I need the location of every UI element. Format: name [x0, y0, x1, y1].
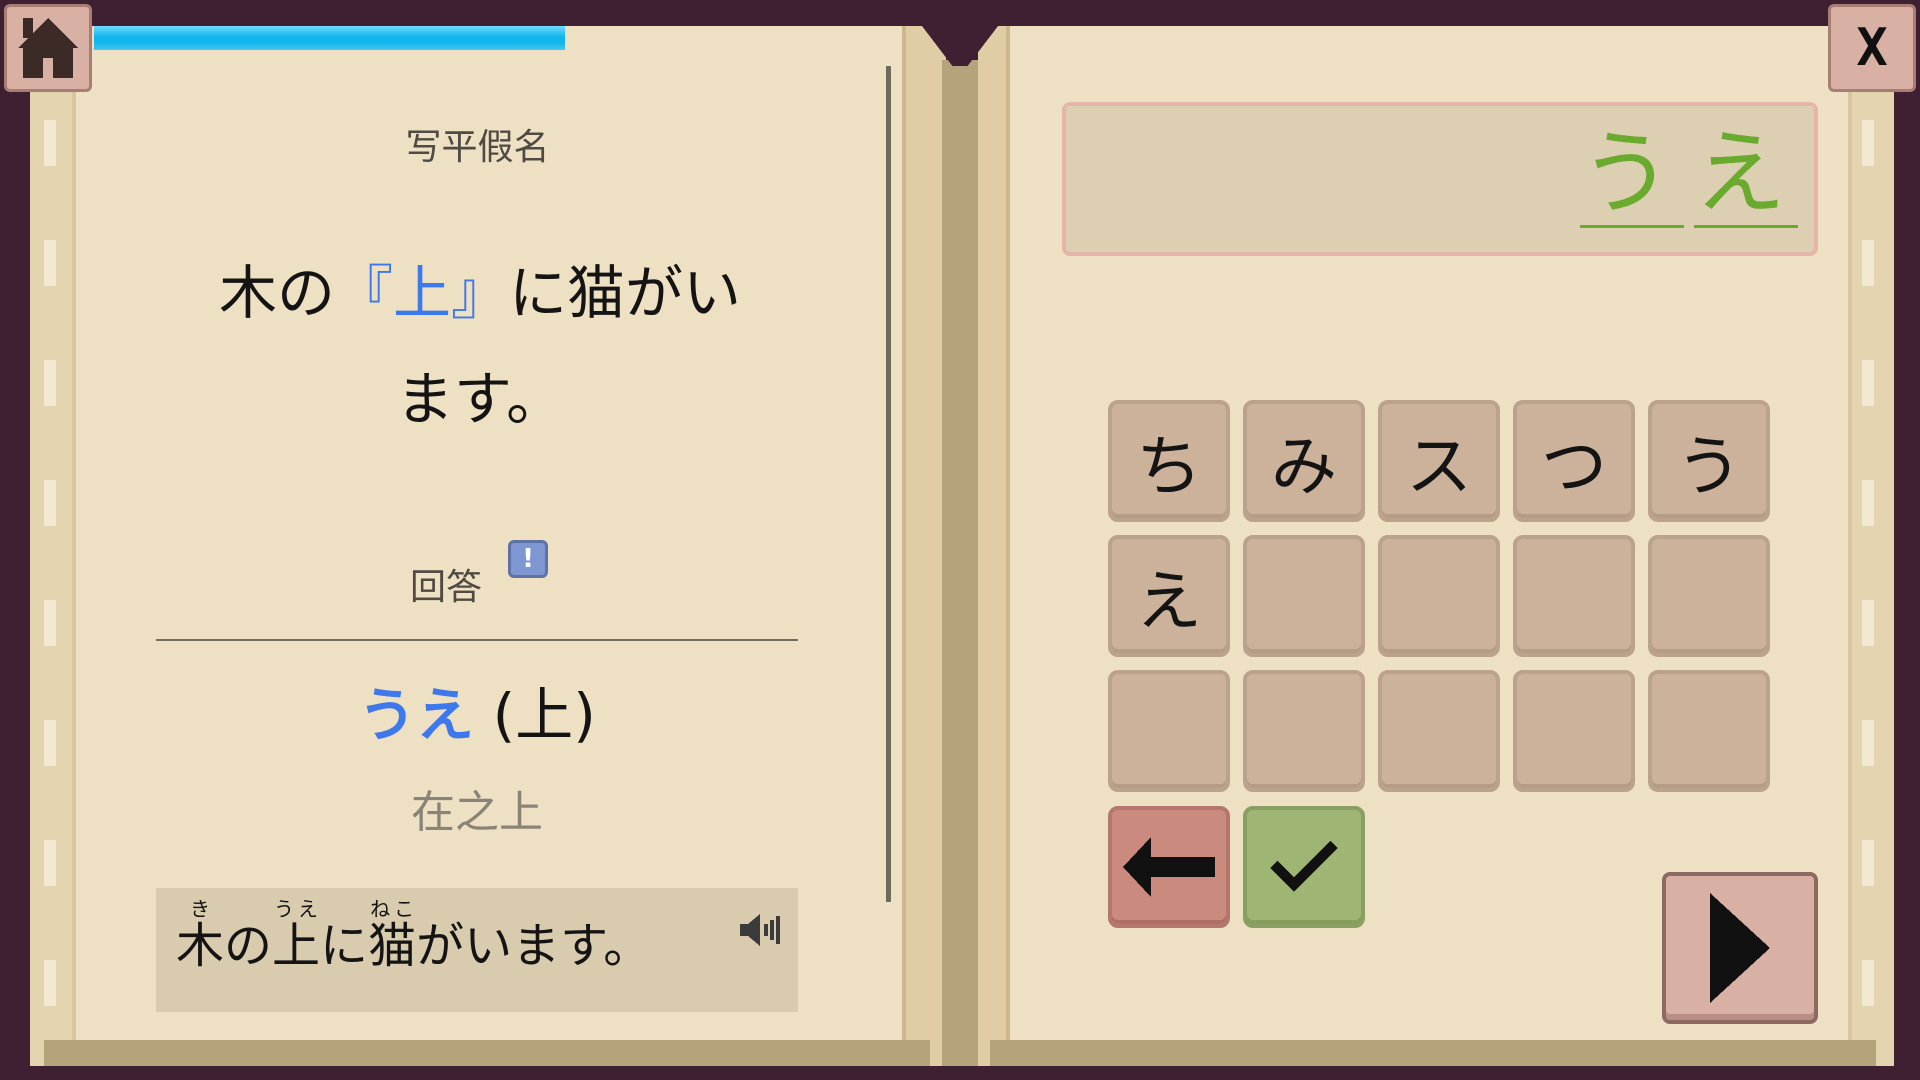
page-edge-mark — [44, 840, 56, 886]
example-word: 猫ねこ — [368, 897, 417, 974]
right-page-edge — [1848, 26, 1894, 1066]
example-word: 上うえ — [272, 897, 321, 974]
answer-divider — [156, 639, 798, 641]
page-edge-mark — [1862, 480, 1874, 526]
back-arrow-icon — [1123, 837, 1215, 897]
task-title: 写平假名 — [405, 127, 550, 168]
left-page-bottom — [44, 1040, 930, 1066]
empty-key — [1243, 670, 1365, 792]
kana-key[interactable]: ス — [1378, 400, 1500, 522]
empty-key — [1243, 535, 1365, 657]
typed-character: う — [1579, 120, 1684, 228]
spine-left — [902, 26, 946, 1066]
empty-key — [1108, 670, 1230, 792]
example-word: 木き — [176, 897, 225, 974]
close-button[interactable]: X — [1828, 4, 1916, 92]
answer-label: 回答 — [410, 567, 483, 608]
furigana: ねこ — [368, 897, 417, 921]
page-edge-mark — [44, 600, 56, 646]
kana-key[interactable]: ち — [1108, 400, 1230, 522]
page-edge-mark — [1862, 840, 1874, 886]
typed-character: え — [1693, 120, 1798, 228]
page-edge-mark — [44, 120, 56, 166]
hint-button[interactable]: ! — [508, 540, 548, 578]
check-icon — [1270, 840, 1338, 892]
answer-meaning: 在之上 — [411, 787, 543, 838]
kana-key[interactable]: み — [1243, 400, 1365, 522]
next-button[interactable] — [1662, 872, 1818, 1024]
home-button[interactable] — [4, 4, 92, 92]
example-sentence-box: 木きの上うえに猫ねこがいます。 — [156, 888, 798, 1012]
empty-key — [1648, 535, 1770, 657]
progress-fill — [94, 26, 565, 50]
empty-key — [1513, 670, 1635, 792]
prompt-sentence: 木の『上』に猫がいます。 — [200, 240, 760, 452]
empty-key — [1378, 670, 1500, 792]
answer-kanji: (上) — [492, 681, 596, 749]
page-edge-mark — [44, 240, 56, 286]
sentence-highlight: 『上』 — [334, 259, 509, 327]
example-text: がいます。 — [416, 918, 652, 974]
right-page-bottom — [990, 1040, 1876, 1066]
submit-button[interactable] — [1243, 806, 1365, 928]
page-edge-mark — [44, 960, 56, 1006]
page-edge-mark — [1862, 240, 1874, 286]
example-sentence: 木きの上うえに猫ねこがいます。 — [176, 897, 652, 976]
book-gutter — [942, 60, 978, 1066]
page-edge-mark — [1862, 600, 1874, 646]
furigana: き — [176, 897, 224, 921]
spine-right — [978, 26, 1010, 1066]
left-page-edge — [30, 26, 76, 1066]
empty-key — [1513, 535, 1635, 657]
furigana: うえ — [272, 897, 321, 921]
home-icon — [18, 18, 78, 78]
kana-key[interactable]: う — [1648, 400, 1770, 522]
progress-bar — [94, 26, 668, 50]
empty-key — [1378, 535, 1500, 657]
answer-input-display: うえ — [1062, 102, 1818, 256]
page-edge-mark — [44, 720, 56, 766]
sentence-before: 木の — [218, 259, 335, 327]
page-edge-mark — [44, 480, 56, 526]
page-edge-mark — [1862, 120, 1874, 166]
kana-key[interactable]: え — [1108, 535, 1230, 657]
page-edge-mark — [1862, 720, 1874, 766]
page-edge-mark — [1862, 960, 1874, 1006]
page-divider-line — [886, 66, 891, 902]
example-text: に — [320, 918, 369, 974]
empty-key — [1648, 670, 1770, 792]
answer-reading: うえ (上) — [156, 668, 798, 752]
typed-answer: うえ — [1570, 120, 1798, 228]
page-edge-mark — [44, 360, 56, 406]
answer-kana: うえ — [358, 681, 475, 749]
kana-key[interactable]: つ — [1513, 400, 1635, 522]
play-icon — [1710, 893, 1770, 1003]
page-edge-mark — [1862, 360, 1874, 406]
backspace-button[interactable] — [1108, 806, 1230, 928]
example-text: の — [224, 918, 273, 974]
speaker-icon[interactable] — [738, 908, 786, 952]
